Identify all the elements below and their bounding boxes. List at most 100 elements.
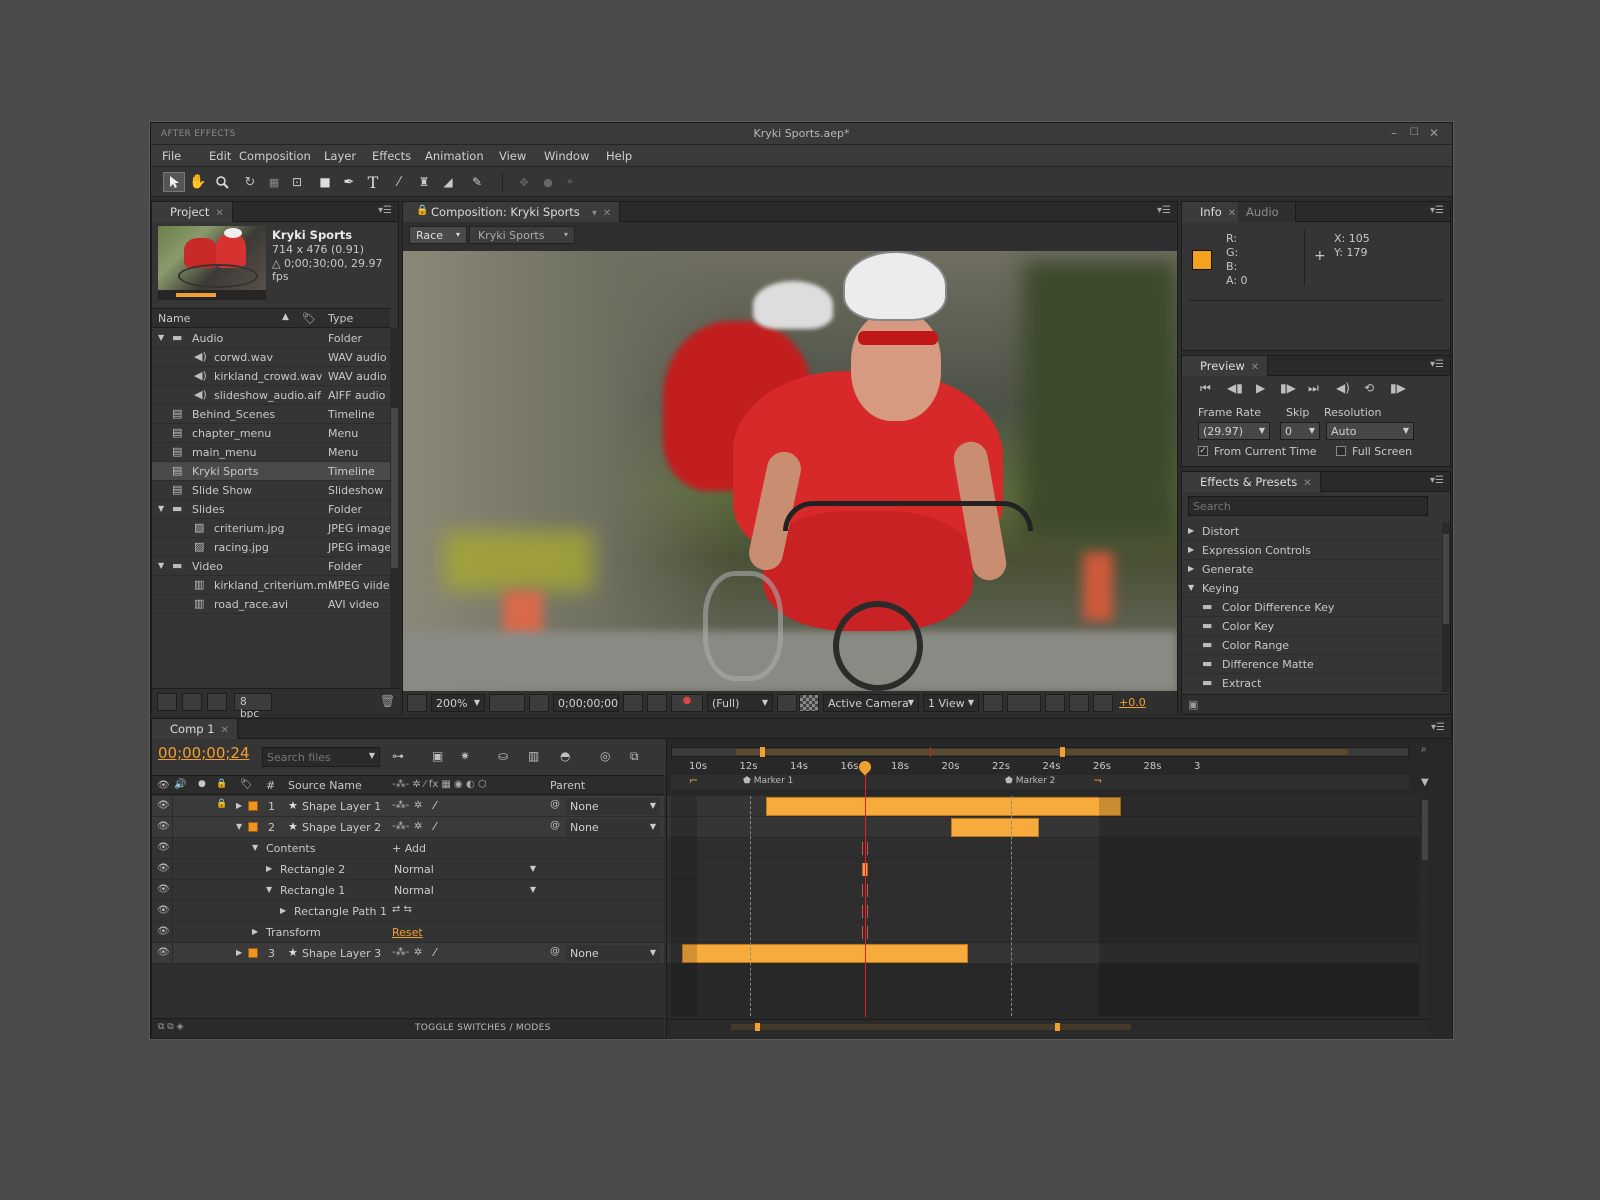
loop-icon[interactable]: ⟲ bbox=[1364, 381, 1374, 395]
disclosure-triangle-icon[interactable]: ▼ bbox=[158, 504, 164, 513]
zoom-tool-icon[interactable] bbox=[211, 172, 233, 192]
layer-duration-bar[interactable] bbox=[951, 818, 1040, 837]
time-navigator[interactable] bbox=[671, 747, 1409, 757]
column-parent[interactable]: Parent bbox=[550, 779, 585, 792]
disclosure-triangle-icon[interactable]: ▶ bbox=[1188, 564, 1194, 573]
panel-menu-icon[interactable]: ▾☰ bbox=[1157, 205, 1171, 216]
parent-dropdown[interactable]: None ▼ bbox=[566, 798, 660, 815]
effects-list-item[interactable]: ▬ Extract bbox=[1182, 674, 1440, 692]
project-row[interactable]: ▤ Kryki Sports Timeline bbox=[152, 462, 390, 481]
layer-duration-bar[interactable] bbox=[682, 944, 968, 963]
mask-visibility-icon[interactable] bbox=[529, 694, 549, 712]
tab-project[interactable]: Project ✕ bbox=[152, 202, 233, 222]
selection-tool-icon[interactable] bbox=[163, 172, 185, 192]
hand-tool-icon[interactable]: ✋ bbox=[187, 172, 209, 192]
quality-switch-icon[interactable]: ⁄ bbox=[434, 946, 436, 959]
current-time[interactable]: 00;00;00;24 bbox=[158, 744, 250, 762]
current-time-display[interactable]: 0;00;00;00 bbox=[553, 694, 619, 712]
last-frame-icon[interactable]: ⏭ bbox=[1308, 381, 1319, 396]
timeline-search-input[interactable]: ▼ bbox=[262, 747, 380, 767]
close-icon[interactable]: ✕ bbox=[1426, 126, 1442, 140]
shy-switch-icon[interactable]: -⁂- bbox=[392, 947, 409, 958]
clone-stamp-tool-icon[interactable]: ♜ bbox=[413, 172, 435, 192]
previous-frame-icon[interactable]: ◀▮ bbox=[1227, 381, 1243, 395]
tab-effects-presets[interactable]: Effects & Presets ✕ bbox=[1182, 472, 1321, 492]
pickwhip-icon[interactable]: @ bbox=[550, 820, 560, 831]
visibility-eye-icon[interactable]: 👁 bbox=[157, 863, 170, 874]
label-color-swatch[interactable] bbox=[248, 801, 258, 811]
project-row[interactable]: ◀) kirkland_crowd.wav WAV audio bbox=[152, 367, 390, 386]
quality-switch-icon[interactable]: ⁄ bbox=[434, 820, 436, 833]
menu-view[interactable]: View bbox=[499, 149, 526, 163]
trash-icon[interactable]: 🗑 bbox=[380, 694, 395, 708]
effects-list-item[interactable]: ▬ Color Key bbox=[1182, 617, 1440, 636]
mini-flowchart-icon[interactable]: ⊶ bbox=[392, 749, 404, 763]
motion-blur-icon[interactable]: ▥ bbox=[528, 749, 539, 763]
timeline-scrollbar[interactable] bbox=[1421, 796, 1429, 1016]
visibility-eye-icon[interactable]: 👁 bbox=[157, 800, 170, 811]
time-zoom-bar[interactable] bbox=[667, 1019, 1429, 1037]
menu-help[interactable]: Help bbox=[606, 149, 632, 163]
menu-composition[interactable]: Composition bbox=[239, 149, 311, 163]
parent-dropdown[interactable]: None ▼ bbox=[566, 945, 660, 962]
view-layout-dropdown[interactable]: 1 View ▼ bbox=[923, 694, 979, 712]
tab-preview[interactable]: Preview ✕ bbox=[1182, 356, 1269, 376]
audio-icon[interactable]: ◀) bbox=[1336, 381, 1350, 395]
property-row[interactable]: 👁 ▶ Transform Reset bbox=[152, 922, 664, 943]
project-scrollbar[interactable] bbox=[390, 328, 399, 688]
disclosure-triangle-icon[interactable]: ▼ bbox=[236, 822, 242, 831]
shy-switch-icon[interactable]: -⁂- bbox=[392, 821, 409, 832]
layer-name[interactable]: Shape Layer 1 bbox=[302, 800, 381, 813]
lock-switch-icon[interactable]: 🔒 bbox=[216, 779, 227, 789]
type-tool-icon[interactable]: T bbox=[362, 172, 384, 192]
pickwhip-icon[interactable]: @ bbox=[550, 799, 560, 810]
layer-row[interactable]: 👁 ▼ 2 ★ Shape Layer 2 -⁂- ✲ ⁄ @ None ▼ bbox=[152, 817, 664, 838]
path-direction-icon[interactable]: ⇄ ⇆ bbox=[392, 904, 412, 915]
resolution-dropdown[interactable]: (Full) ▼ bbox=[707, 694, 773, 712]
disclosure-triangle-icon[interactable]: ▼ bbox=[252, 843, 258, 852]
project-row[interactable]: ▤ main_menu Menu bbox=[152, 443, 390, 462]
skip-dropdown[interactable]: 0 ▼ bbox=[1280, 422, 1320, 440]
pen-tool-icon[interactable]: ✒ bbox=[338, 172, 360, 192]
collapse-switch-icon[interactable]: ✲ bbox=[414, 800, 422, 811]
new-folder-icon[interactable] bbox=[182, 693, 202, 711]
layer-name[interactable]: Shape Layer 2 bbox=[302, 821, 381, 834]
always-preview-icon[interactable] bbox=[407, 694, 427, 712]
effects-list-item[interactable]: ▬ Difference Matte bbox=[1182, 655, 1440, 674]
puppet-pin-tool-icon[interactable]: ✎ bbox=[466, 172, 488, 192]
local-axis-icon[interactable]: ✥ bbox=[513, 172, 535, 192]
disclosure-triangle-icon[interactable]: ▼ bbox=[158, 333, 164, 342]
label-color-swatch[interactable] bbox=[248, 822, 258, 832]
add-button[interactable]: + Add bbox=[392, 842, 426, 855]
project-row[interactable]: ▤ Slide Show Slideshow bbox=[152, 481, 390, 500]
magnification-dropdown[interactable]: 200% ▼ bbox=[431, 694, 485, 712]
maximize-icon[interactable]: ☐ bbox=[1406, 127, 1422, 138]
disclosure-triangle-icon[interactable]: ▼ bbox=[158, 561, 164, 570]
view-axis-icon[interactable]: ⌖ bbox=[559, 172, 581, 192]
property-row[interactable]: 👁 ▶ Rectangle Path 1 ⇄ ⇆ bbox=[152, 901, 664, 922]
quality-switch-icon[interactable]: ⁄ bbox=[434, 799, 436, 812]
resolution-dropdown[interactable]: Auto ▼ bbox=[1326, 422, 1414, 440]
timeline-icon[interactable] bbox=[1045, 694, 1065, 712]
minimize-icon[interactable]: – bbox=[1386, 126, 1402, 140]
label-color-swatch[interactable] bbox=[248, 948, 258, 958]
camera-dropdown[interactable]: Active Camera ▼ bbox=[823, 694, 919, 712]
transparency-grid-icon[interactable] bbox=[799, 694, 819, 712]
disclosure-triangle-icon[interactable]: ▶ bbox=[236, 801, 242, 810]
disclosure-triangle-icon[interactable]: ▶ bbox=[280, 906, 286, 915]
breadcrumb-kryki-sports[interactable]: Kryki Sports ▾ bbox=[469, 226, 575, 244]
frame-rate-dropdown[interactable]: (29.97) ▼ bbox=[1198, 422, 1270, 440]
visibility-eye-icon[interactable]: 👁 bbox=[157, 821, 170, 832]
full-screen-checkbox[interactable] bbox=[1336, 446, 1346, 456]
property-row[interactable]: 👁 ▶ Rectangle 2 Normal ▼ bbox=[152, 859, 664, 880]
project-row[interactable]: ◀) corwd.wav WAV audio bbox=[152, 348, 390, 367]
tab-composition[interactable]: Composition: Kryki Sports ▾ ✕ bbox=[403, 202, 621, 222]
project-row[interactable]: ▤ Behind_Scenes Timeline bbox=[152, 405, 390, 424]
flowchart-icon[interactable] bbox=[1069, 694, 1089, 712]
column-source-name[interactable]: Source Name bbox=[288, 779, 362, 792]
layer-name[interactable]: Shape Layer 3 bbox=[302, 947, 381, 960]
property-row[interactable]: 👁 ▼ Rectangle 1 Normal ▼ bbox=[152, 880, 664, 901]
show-snapshot-icon[interactable] bbox=[647, 694, 667, 712]
label-icon[interactable]: 🏷 bbox=[240, 779, 253, 790]
layer-row[interactable]: 👁 ▶ 3 ★ Shape Layer 3 -⁂- ✲ ⁄ @ None ▼ bbox=[152, 943, 664, 964]
